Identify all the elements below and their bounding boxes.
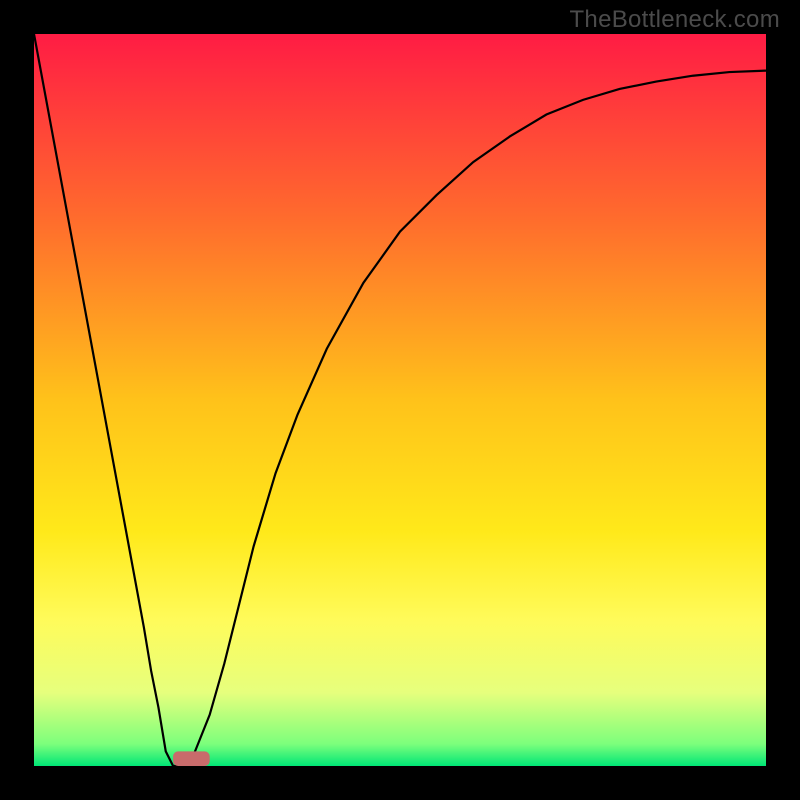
plot-area — [34, 34, 766, 766]
chart-svg — [34, 34, 766, 766]
target-marker — [173, 751, 210, 766]
chart-frame: TheBottleneck.com — [0, 0, 800, 800]
watermark-text: TheBottleneck.com — [569, 6, 780, 34]
gradient-background — [34, 34, 766, 766]
